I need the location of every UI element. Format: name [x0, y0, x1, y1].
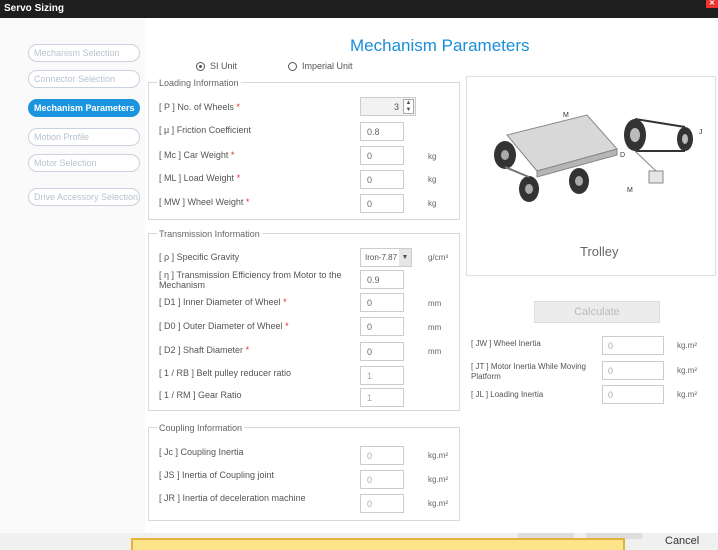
calculate-button[interactable]: Calculate — [534, 301, 660, 323]
deceleration-inertia-field[interactable]: 0 — [360, 494, 404, 513]
friction-label: [ μ ] Friction Coefficient — [159, 125, 252, 135]
coupling-inertia-unit: kg.m² — [428, 451, 448, 460]
loading-inertia-label: [ JL ] Loading Inertia — [471, 390, 544, 399]
belt-ratio-field[interactable]: 1 — [360, 366, 404, 385]
loading-inertia-field: 0 — [602, 385, 664, 404]
loading-inertia-unit: kg.m² — [677, 390, 697, 399]
gear-ratio-field[interactable]: 1 — [360, 388, 404, 407]
loading-group-title: Loading Information — [157, 78, 241, 88]
load-weight-field[interactable]: 0 — [360, 170, 404, 189]
wheels-label: [ P ] No. of Wheels * — [159, 102, 240, 112]
wheel-inertia-unit: kg.m² — [677, 341, 697, 350]
shaft-diameter-label: [ D2 ] Shaft Diameter * — [159, 345, 250, 355]
outer-diameter-field[interactable]: 0 — [360, 317, 404, 336]
load-weight-label: [ ML ] Load Weight * — [159, 173, 241, 183]
highlight-banner — [131, 538, 625, 550]
svg-text:M: M — [627, 187, 633, 194]
belt-ratio-label: [ 1 / RB ] Belt pulley reducer ratio — [159, 368, 292, 378]
close-icon[interactable]: ✕ — [706, 0, 718, 8]
svg-text:M: M — [563, 112, 569, 119]
deceleration-inertia-label: [ JR ] Inertia of deceleration machine — [159, 493, 306, 503]
inner-diameter-label: [ D1 ] Inner Diameter of Wheel * — [159, 297, 287, 307]
coupling-group-title: Coupling Information — [157, 423, 245, 433]
sidebar-item-drive-accessory-selection[interactable]: Drive Accessory Selection — [28, 188, 140, 206]
sidebar-item-mechanism-selection[interactable]: Mechanism Selection — [28, 44, 140, 62]
sidebar-item-connector-selection[interactable]: Connector Selection — [28, 70, 140, 88]
page-title: Mechanism Parameters — [350, 36, 530, 55]
coupling-joint-field[interactable]: 0 — [360, 470, 404, 489]
gear-ratio-label: [ 1 / RM ] Gear Ratio — [159, 390, 242, 400]
transmission-group-title: Transmission Information — [157, 229, 262, 239]
inner-diameter-unit: mm — [428, 299, 442, 308]
wheel-weight-label: [ MW ] Wheel Weight * — [159, 197, 250, 207]
car-weight-field[interactable]: 0 — [360, 146, 404, 165]
shaft-diameter-field[interactable]: 0 — [360, 342, 404, 361]
wheel-weight-unit: kg — [428, 199, 437, 208]
shaft-diameter-unit: mm — [428, 347, 442, 356]
specific-gravity-value: Iron-7.87 — [365, 253, 398, 262]
motor-inertia-label: [ JT ] Motor Inertia While Moving Platfo… — [471, 362, 586, 381]
window-title: Servo Sizing — [4, 3, 65, 14]
coupling-inertia-label: [ Jc ] Coupling Inertia — [159, 447, 244, 457]
wheels-value: 3 — [393, 102, 399, 112]
specific-gravity-unit: g/cm³ — [428, 253, 448, 262]
sidebar-item-motion-profile[interactable]: Motion Profile — [28, 128, 140, 146]
wheel-inertia-field: 0 — [602, 336, 664, 355]
si-unit-label: SI Unit — [210, 61, 238, 71]
coupling-inertia-field[interactable]: 0 — [360, 446, 404, 465]
imperial-unit-radio[interactable]: Imperial Unit — [288, 61, 353, 72]
spinner-arrows-icon[interactable]: ▲ ▼ — [403, 99, 414, 114]
efficiency-field[interactable]: 0.9 — [360, 270, 404, 289]
cancel-button[interactable]: Cancel — [665, 535, 699, 547]
wizard-sidebar: Mechanism Selection Connector Selection … — [0, 18, 145, 533]
svg-text:J: J — [699, 129, 703, 136]
friction-field[interactable]: 0.8 — [360, 122, 404, 141]
deceleration-inertia-unit: kg.m² — [428, 499, 448, 508]
coupling-joint-label: [ JS ] Inertia of Coupling joint — [159, 470, 275, 480]
outer-diameter-unit: mm — [428, 323, 442, 332]
specific-gravity-label: [ ρ ] Specific Gravity — [159, 252, 240, 262]
outer-diameter-label: [ D0 ] Outer Diameter of Wheel * — [159, 321, 289, 331]
trolley-diagram-icon: M D M J — [494, 112, 703, 202]
specific-gravity-select[interactable]: Iron-7.87 ▼ — [360, 248, 412, 267]
coupling-joint-unit: kg.m² — [428, 475, 448, 484]
imperial-unit-label: Imperial Unit — [302, 61, 353, 71]
window-titlebar: Servo Sizing ✕ — [0, 0, 718, 18]
wheel-weight-field[interactable]: 0 — [360, 194, 404, 213]
load-weight-unit: kg — [428, 175, 437, 184]
inner-diameter-field[interactable]: 0 — [360, 293, 404, 312]
efficiency-label: [ η ] Transmission Efficiency from Motor… — [159, 270, 342, 290]
wheel-inertia-label: [ JW ] Wheel Inertia — [471, 339, 541, 348]
radio-selected-icon — [196, 62, 205, 72]
sidebar-item-motor-selection[interactable]: Motor Selection — [28, 154, 140, 172]
motor-inertia-field: 0 — [602, 361, 664, 380]
chevron-down-icon[interactable]: ▼ — [399, 249, 411, 266]
motor-inertia-unit: kg.m² — [677, 366, 697, 375]
sidebar-item-mechanism-parameters[interactable]: Mechanism Parameters — [28, 99, 140, 117]
radio-unselected-icon — [288, 62, 297, 72]
si-unit-radio[interactable]: SI Unit — [196, 61, 238, 72]
trolley-caption: Trolley — [580, 244, 619, 259]
car-weight-label: [ Mc ] Car Weight * — [159, 150, 235, 160]
svg-text:D: D — [620, 152, 625, 159]
wheels-spinner[interactable]: 3 ▲ ▼ — [360, 97, 416, 116]
car-weight-unit: kg — [428, 152, 437, 161]
